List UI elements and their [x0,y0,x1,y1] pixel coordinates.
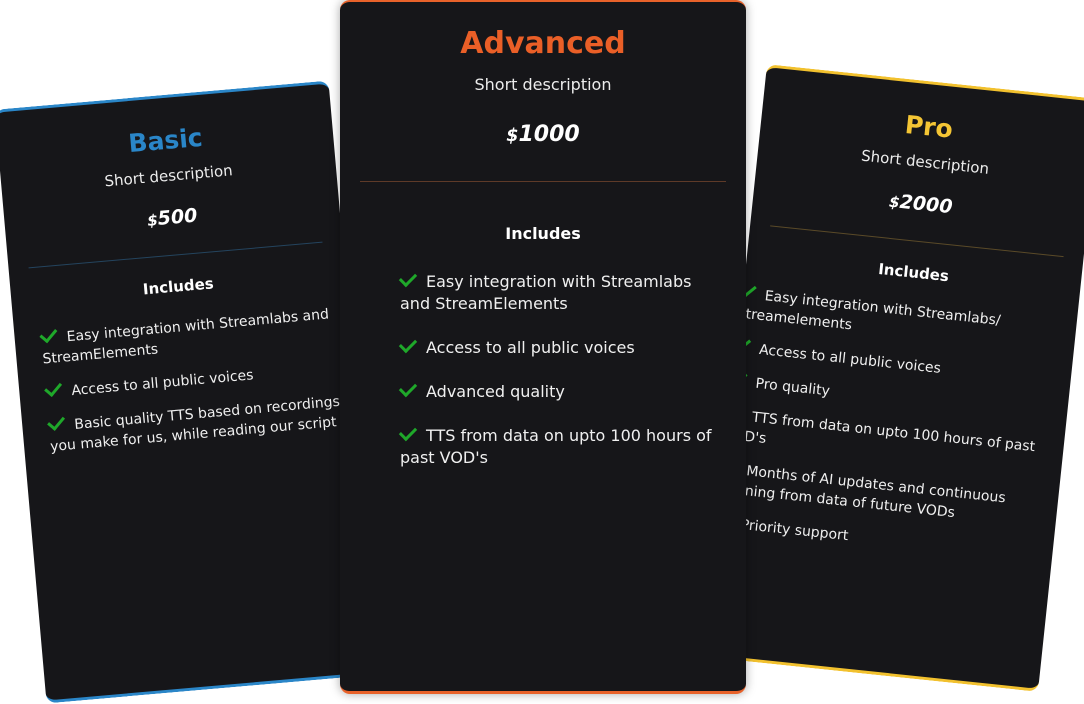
feature-text: Easy integration with Streamlabs/ Stream… [736,288,1002,334]
price-amount: 1000 [518,122,580,147]
feature-text: Basic quality TTS based on recordings yo… [49,393,341,456]
feature-item: Easy integration with Streamlabs and Str… [39,304,341,370]
feature-text: Priority support [739,516,850,545]
feature-list: Easy integration with Streamlabs and Str… [39,304,349,458]
feature-item: Easy integration with Streamlabs and Str… [398,268,716,315]
feature-list: Easy integration with Streamlabs and Str… [398,268,716,469]
feature-list: Easy integration with Streamlabs/ Stream… [714,280,1063,566]
plan-card-basic[interactable]: Basic Short description $500 Includes Ea… [0,80,381,704]
feature-item: TTS from data on upto 100 hours of past … [398,422,716,469]
feature-text: Access to all public voices [758,341,942,377]
price-currency: $ [506,126,519,146]
check-icon [398,378,418,398]
divider [360,181,726,182]
includes-heading: Includes [505,224,581,243]
plan-card-advanced[interactable]: Advanced Short description $1000 Include… [340,0,746,694]
feature-item: Basic quality TTS based on recordings yo… [47,391,349,457]
feature-item: Advanced quality [398,378,716,403]
price-amount: 2000 [898,190,954,219]
check-icon [398,268,418,288]
check-icon [44,378,63,398]
feature-text: Access to all public voices [70,367,255,400]
price-amount: 500 [156,204,199,230]
plan-title: Advanced [460,26,626,61]
plan-card-pro[interactable]: Pro Short description $2000 Includes Eas… [704,64,1084,692]
check-icon [39,324,58,344]
plan-price: $1000 [340,122,746,147]
check-icon [47,412,66,431]
feature-item: Access to all public voices [398,334,716,359]
feature-text: Months of AI updates and continuous lear… [717,463,1007,522]
feature-text: Access to all public voices [426,338,635,357]
feature-text: Easy integration with Streamlabs and Str… [400,272,692,313]
feature-text: Pro quality [754,375,831,400]
pricing-stage: Basic Short description $500 Includes Ea… [0,0,1084,704]
plan-price: $500 [4,192,340,243]
check-icon [398,334,418,354]
plan-price: $2000 [753,176,1084,233]
plan-description: Short description [474,75,612,94]
feature-text: Advanced quality [426,382,565,401]
feature-text: TTS from data on upto 100 hours of past … [400,426,712,467]
check-icon [398,422,418,442]
feature-text: Easy integration with Streamlabs and Str… [41,306,330,368]
includes-heading: Includes [142,274,215,299]
divider [28,241,323,269]
